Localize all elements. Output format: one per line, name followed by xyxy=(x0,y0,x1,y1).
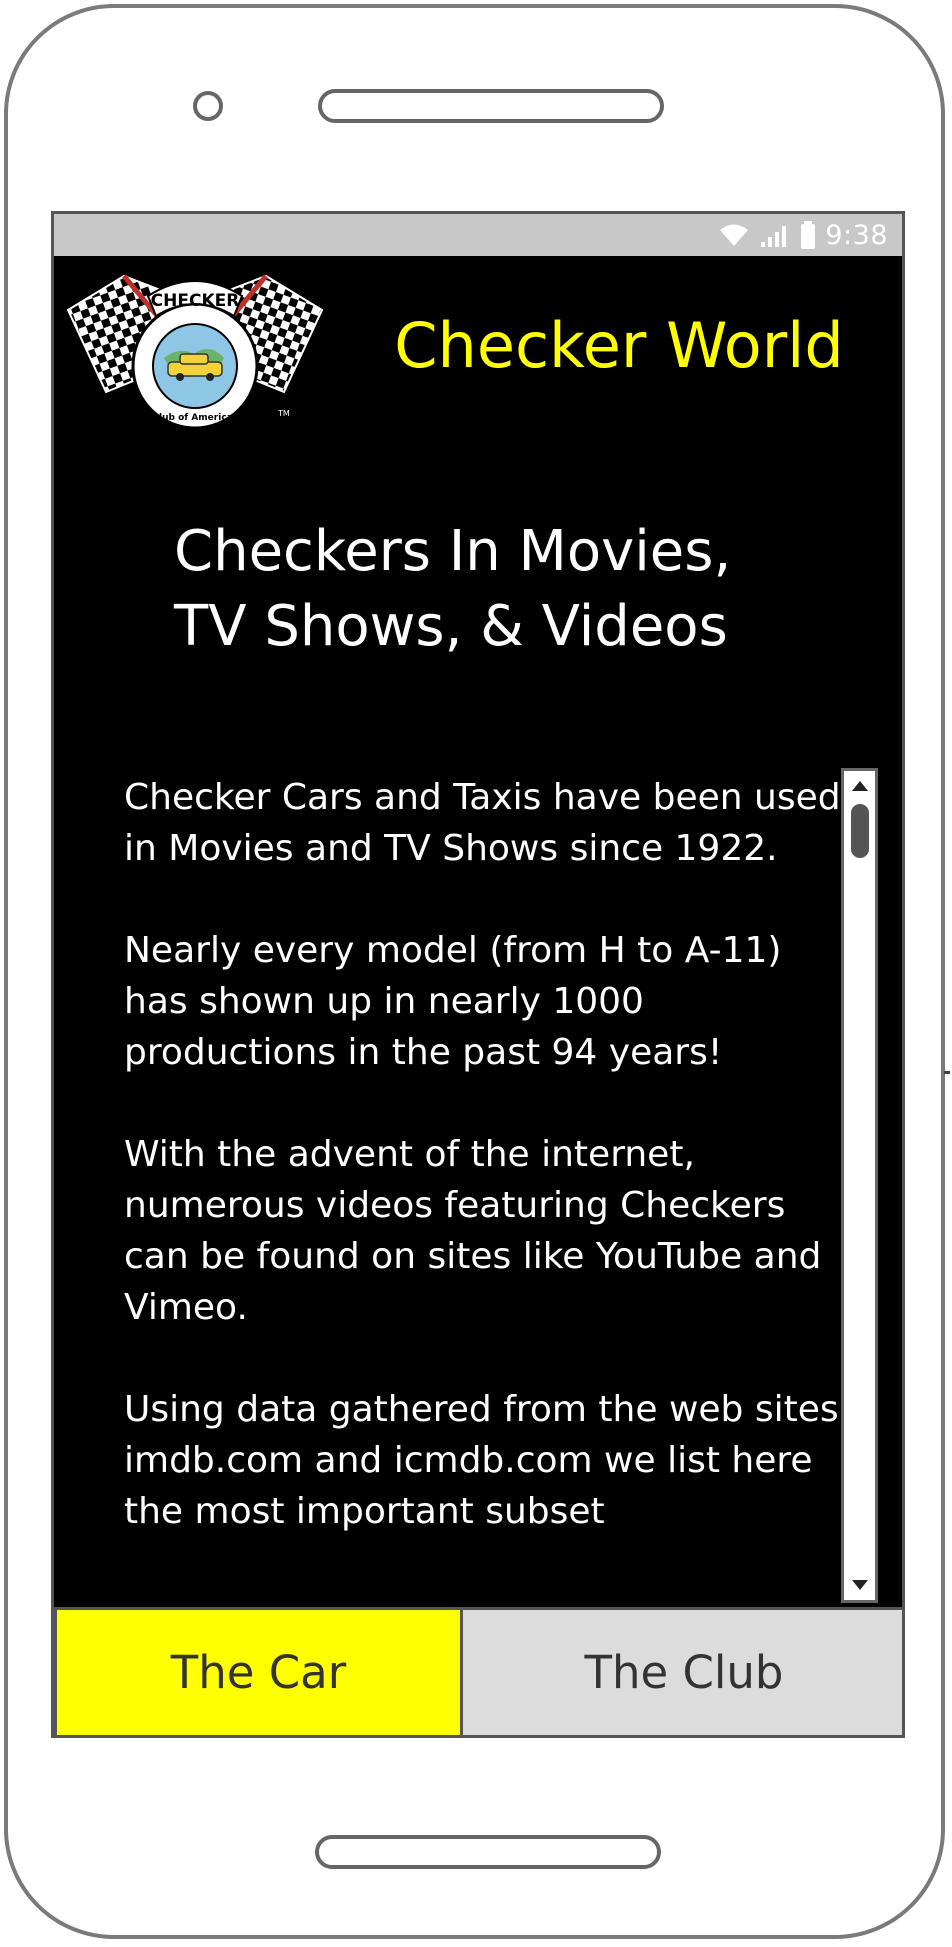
signal-icon xyxy=(761,226,787,247)
scroll-up-arrow-icon[interactable] xyxy=(844,773,875,799)
tab-the-car[interactable]: The Car xyxy=(54,1607,463,1735)
home-button[interactable] xyxy=(315,1835,661,1869)
status-bar: 9:38 xyxy=(54,214,902,256)
scroll-down-arrow-icon[interactable] xyxy=(844,1572,875,1598)
page-title-line-1: Checkers In Movies, xyxy=(174,519,732,584)
scroll-thumb[interactable] xyxy=(851,804,869,858)
wifi-icon xyxy=(720,224,749,246)
content-paragraph: Checker Cars and Taxis have been used in… xyxy=(124,777,841,869)
speaker-grille xyxy=(318,89,664,123)
content-paragraph: Using data gathered from the web sites i… xyxy=(124,1389,839,1532)
content-paragraph: With the advent of the internet, numerou… xyxy=(124,1134,822,1328)
checker-club-logo: CHECKER Car Club of America, Inc. TM xyxy=(64,266,326,436)
bottom-tab-bar: The Car The Club xyxy=(54,1607,902,1735)
logo-banner-text: CHECKER xyxy=(151,291,240,311)
side-button xyxy=(944,1071,950,1074)
content-paragraph: Nearly every model (from H to A-11) has … xyxy=(124,930,782,1073)
logo-ring-text: Car Club of America, Inc. xyxy=(132,413,258,423)
vertical-scrollbar[interactable] xyxy=(841,768,878,1603)
battery-icon xyxy=(801,221,816,249)
app-screen: 9:38 CHECKER Car Club of America, Inc. T… xyxy=(51,211,905,1738)
tab-the-club[interactable]: The Club xyxy=(463,1607,902,1735)
logo-tm: TM xyxy=(277,409,290,418)
status-icons: 9:38 xyxy=(717,214,888,256)
page-title: Checkers In Movies, TV Shows, & Videos xyxy=(174,514,814,664)
app-title: Checker World xyxy=(394,309,844,382)
status-time: 9:38 xyxy=(825,219,888,251)
camera-icon xyxy=(193,91,223,121)
page-title-line-2: TV Shows, & Videos xyxy=(174,594,728,659)
scrollable-content[interactable]: Checker Cars and Taxis have been used in… xyxy=(124,772,894,1607)
